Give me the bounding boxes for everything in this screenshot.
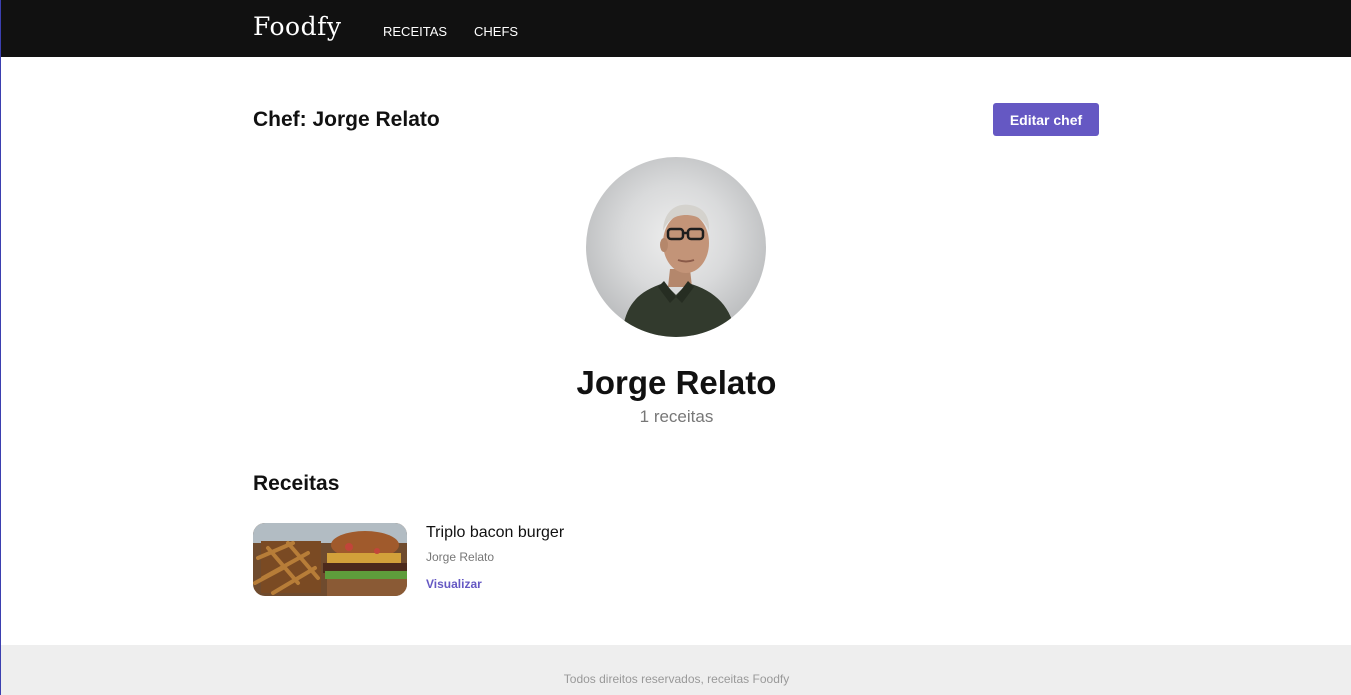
footer-text: Todos direitos reservados, receitas Food… [563, 672, 790, 686]
chef-photo-image [622, 204, 736, 337]
edit-chef-button[interactable]: Editar chef [993, 103, 1099, 136]
recipe-image[interactable] [253, 523, 407, 596]
footer: Todos direitos reservados, receitas Food… [1, 645, 1351, 695]
burger-image [253, 523, 407, 596]
recipe-card: Triplo bacon burger Jorge Relato Visuali… [253, 523, 753, 596]
nav-link-chefs[interactable]: CHEFS [474, 24, 518, 39]
chef-name: Jorge Relato [576, 364, 777, 401]
top-navbar: Foodfy RECEITAS CHEFS [1, 0, 1351, 57]
page-title: Chef: Jorge Relato [253, 108, 440, 131]
recipes-section-title: Receitas [253, 472, 340, 495]
nav-link-receitas[interactable]: RECEITAS [383, 24, 447, 39]
recipe-author: Jorge Relato [426, 550, 495, 564]
view-recipe-link[interactable]: Visualizar [426, 577, 482, 591]
chef-recipe-count: 1 receitas [639, 407, 714, 426]
recipe-title: Triplo bacon burger [426, 524, 565, 541]
chef-avatar [586, 157, 766, 337]
logo[interactable]: Foodfy [253, 12, 341, 41]
